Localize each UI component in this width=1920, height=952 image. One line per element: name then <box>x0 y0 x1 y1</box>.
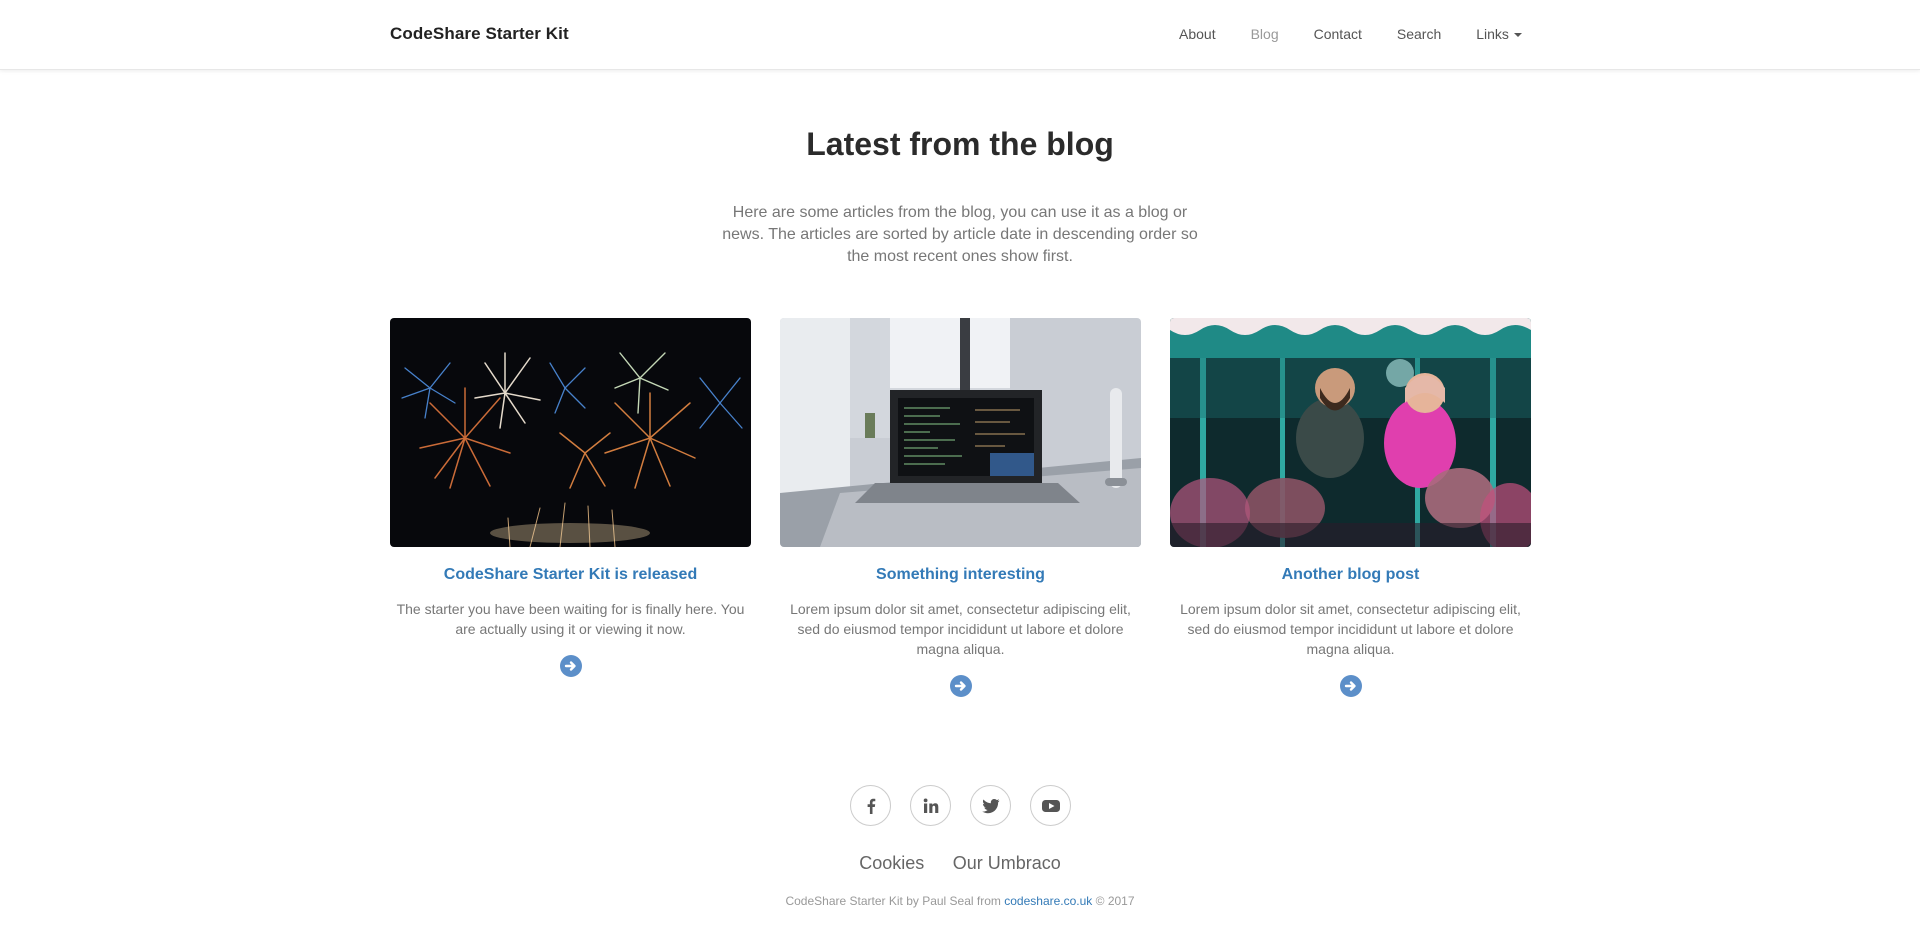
footer-link-cookies[interactable]: Cookies <box>859 853 924 873</box>
caret-down-icon <box>1513 33 1522 38</box>
footer-links: Cookies Our Umbraco <box>0 853 1920 874</box>
top-navbar: CodeShare Starter Kit About Blog Contact… <box>0 0 1920 70</box>
article-title-link[interactable]: Another blog post <box>1170 565 1531 585</box>
page-title: Latest from the blog <box>806 126 1114 162</box>
article-title-link[interactable]: CodeShare Starter Kit is released <box>390 565 751 585</box>
article-image-laptop[interactable] <box>780 318 1141 547</box>
twitter-icon[interactable] <box>970 785 1011 826</box>
nav-search[interactable]: Search <box>1397 26 1441 42</box>
nav-links-label: Links <box>1476 26 1509 42</box>
nav-about[interactable]: About <box>1179 26 1216 42</box>
social-links <box>850 785 1071 826</box>
arrow-circle-right-icon[interactable] <box>559 655 582 677</box>
page-intro: Here are some articles from the blog, yo… <box>722 204 1198 265</box>
carousel-photo <box>1170 318 1531 547</box>
laptop-desk-photo <box>780 318 1141 547</box>
arrow-circle-right-icon[interactable] <box>949 675 972 697</box>
nav-links-dropdown[interactable]: Links <box>1476 26 1522 42</box>
article-card: CodeShare Starter Kit is released The st… <box>390 318 751 682</box>
article-image-fireworks[interactable] <box>390 318 751 547</box>
article-card: Something interesting Lorem ipsum dolor … <box>780 318 1141 702</box>
copyright-suffix: © 2017 <box>1092 894 1135 908</box>
facebook-icon[interactable] <box>850 785 891 826</box>
fireworks-photo <box>390 318 751 547</box>
nav-blog[interactable]: Blog <box>1251 26 1279 42</box>
codeshare-link[interactable]: codeshare.co.uk <box>1004 894 1092 908</box>
article-summary: Lorem ipsum dolor sit amet, consectetur … <box>790 601 1131 657</box>
nav-contact[interactable]: Contact <box>1314 26 1362 42</box>
article-summary: Lorem ipsum dolor sit amet, consectetur … <box>1180 601 1521 657</box>
article-title-link[interactable]: Something interesting <box>780 565 1141 585</box>
linkedin-icon[interactable] <box>910 785 951 826</box>
youtube-icon[interactable] <box>1030 785 1071 826</box>
article-image-carousel[interactable] <box>1170 318 1531 547</box>
main-nav: About Blog Contact Search Links <box>1179 26 1522 42</box>
article-card: Another blog post Lorem ipsum dolor sit … <box>1170 318 1531 702</box>
copyright-prefix: CodeShare Starter Kit by Paul Seal from <box>785 894 1005 908</box>
article-summary: The starter you have been waiting for is… <box>396 601 745 637</box>
copyright: CodeShare Starter Kit by Paul Seal from … <box>0 894 1920 908</box>
brand-link[interactable]: CodeShare Starter Kit <box>390 24 569 44</box>
arrow-circle-right-icon[interactable] <box>1339 675 1362 697</box>
footer-link-our-umbraco[interactable]: Our Umbraco <box>953 853 1061 873</box>
